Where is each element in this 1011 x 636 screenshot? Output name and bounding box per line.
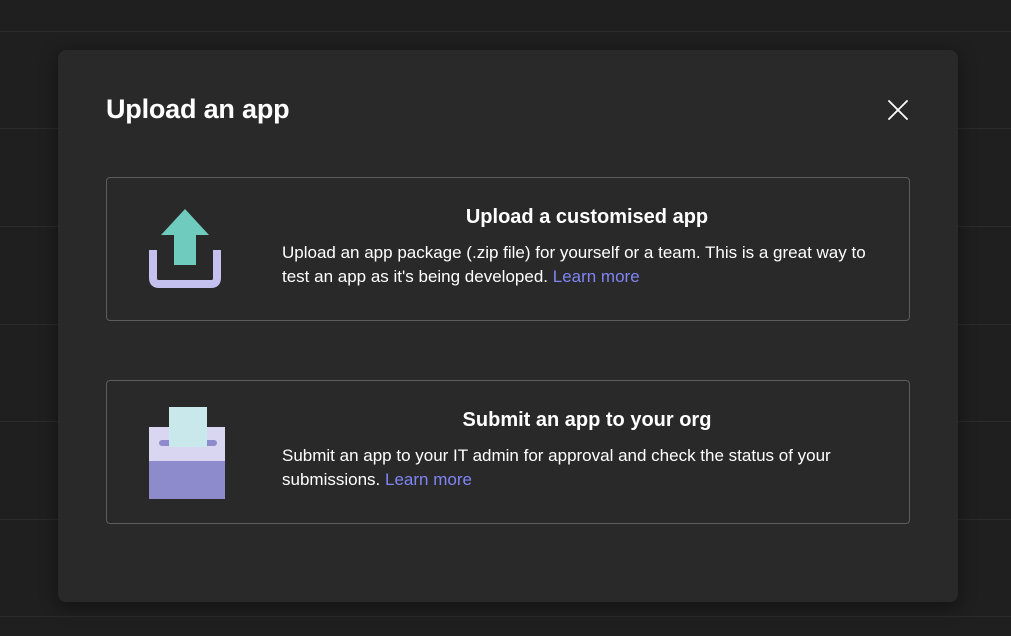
upload-customised-app-card[interactable]: Upload a customised app Upload an app pa… bbox=[106, 177, 910, 321]
submit-to-org-icon bbox=[149, 407, 225, 499]
learn-more-link[interactable]: Learn more bbox=[385, 470, 472, 489]
background-divider bbox=[0, 31, 1011, 32]
upload-icon bbox=[149, 209, 221, 288]
card-description-text: Submit an app to your IT admin for appro… bbox=[282, 446, 831, 489]
submit-app-to-org-card[interactable]: Submit an app to your org Submit an app … bbox=[106, 380, 910, 524]
close-icon bbox=[888, 100, 908, 120]
close-button[interactable] bbox=[884, 96, 912, 124]
card-title: Submit an app to your org bbox=[462, 409, 712, 431]
card-description: Upload an app package (.zip file) for yo… bbox=[282, 241, 892, 289]
dialog-title: Upload an app bbox=[106, 94, 290, 124]
background-divider bbox=[0, 616, 1011, 617]
card-description: Submit an app to your IT admin for appro… bbox=[282, 444, 892, 492]
learn-more-link[interactable]: Learn more bbox=[553, 267, 640, 286]
card-title: Upload a customised app bbox=[465, 206, 709, 228]
upload-app-dialog: Upload an app Upload a customised app Up… bbox=[58, 50, 958, 602]
